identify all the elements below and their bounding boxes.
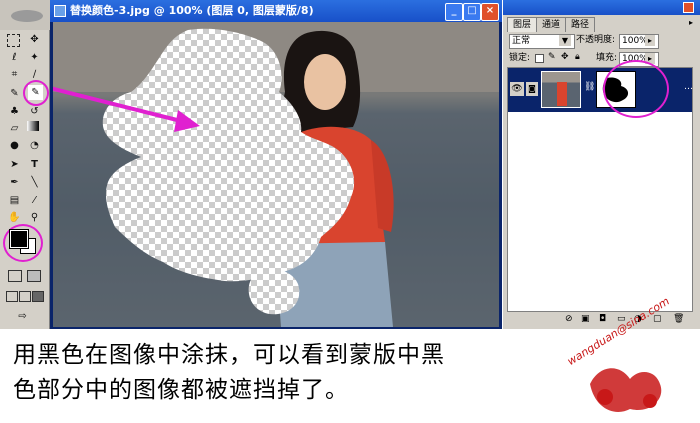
screen-mode-standard-icon[interactable] [6,291,18,302]
zoom-tool-icon[interactable]: ⚲ [27,210,42,225]
caption-line-2: 色部分中的图像都被遮挡掉了。 [13,377,349,403]
document-title: 替换颜色-3.jpg @ 100% (图层 0, 图层蒙版/8) [70,4,314,17]
healing-tool-icon[interactable]: ✎ [7,86,22,101]
caption-area: 用黑色在图像中涂抹，可以看到蒙版中黑 色部分中的图像都被遮挡掉了。 wangdu… [0,295,700,423]
panel-menu-icon[interactable]: ▸ [689,19,697,27]
layer-image-thumbnail[interactable] [541,71,581,108]
close-button[interactable]: × [481,3,499,21]
lock-all-icon[interactable]: 🔒︎ [575,52,580,62]
foreground-color-swatch[interactable] [9,229,29,249]
tab-paths[interactable]: 路径 [565,17,595,32]
feather-logo-icon [11,10,43,22]
history-brush-tool-icon[interactable]: ↺ [27,104,42,119]
standard-mode-icon[interactable] [8,270,22,282]
image-canvas[interactable] [53,22,499,327]
toolbox: ✥ ℓ ✦ ⌗ ∕ ✎ ✎ ♣ ↺ ▱ ● ◔ ➤ T ✒ ╲ ▤ ⁄ ✋ ⚲ … [0,0,50,329]
trash-icon[interactable]: 🗑︎ [673,314,684,324]
stamp-tool-icon[interactable]: ♣ [7,104,22,119]
layer-name-ellipsis: … [684,82,693,92]
eyedropper-tool-icon[interactable]: ⁄ [27,193,42,208]
move-tool-icon[interactable]: ✥ [27,32,42,47]
document-titlebar: 替换颜色-3.jpg @ 100% (图层 0, 图层蒙版/8) _ □ × [50,0,502,22]
gradient-tool-icon[interactable] [27,121,39,131]
lock-image-icon[interactable]: ✎ [548,52,556,62]
panel-close-icon[interactable] [683,2,694,13]
lasso-tool-icon[interactable]: ℓ [7,50,22,65]
path-select-tool-icon[interactable]: ➤ [7,157,22,172]
lock-position-icon[interactable]: ✥ [561,52,569,62]
dodge-tool-icon[interactable]: ◔ [27,138,42,153]
crop-tool-icon[interactable]: ⌗ [7,67,22,82]
magic-wand-tool-icon[interactable]: ✦ [27,50,42,65]
type-tool-icon[interactable]: T [27,157,42,172]
watermark-logo: wangduan@sina.com [560,295,695,419]
layers-panel: 图层 通道 路径 ▸ 正常 ▼ 不透明度: 100% ▸ 锁定: ✎ ✥ 🔒︎ … [502,0,700,329]
marquee-tool-icon[interactable] [7,34,20,47]
blend-mode-chevron-icon[interactable]: ▼ [559,35,571,46]
screen-mode-full-icon[interactable] [32,291,44,302]
eraser-tool-icon[interactable]: ▱ [7,121,22,136]
canvas-artwork [53,22,499,327]
lock-transparent-icon[interactable] [535,54,544,63]
blur-tool-icon[interactable]: ● [7,138,22,153]
add-mask-icon[interactable]: ◘ [599,314,606,324]
link-layers-icon[interactable]: ⊘ [565,314,573,324]
hand-tool-icon[interactable]: ✋ [7,210,22,225]
shape-tool-icon[interactable]: ╲ [27,175,42,190]
photoshop-doc-icon [54,5,66,17]
brush-tool-icon[interactable]: ✎ [28,85,43,100]
screen-mode-full-menu-icon[interactable] [19,291,31,302]
imageready-jump-icon[interactable]: ⇨ [15,309,30,324]
maximize-button[interactable]: □ [463,3,481,21]
quick-mask-mode-icon[interactable] [27,270,41,282]
opacity-arrow-icon[interactable]: ▸ [645,35,655,46]
opacity-label: 不透明度: [576,35,616,45]
fill-label: 填充: [596,53,618,63]
notes-tool-icon[interactable]: ▤ [7,193,22,208]
layer-list: 👁︎ ◙ ⛓︎ … [507,60,693,312]
layer-style-icon[interactable]: ▣ [581,314,590,324]
mask-thumbnail-highlight [603,60,669,118]
document-window: 替换颜色-3.jpg @ 100% (图层 0, 图层蒙版/8) _ □ × [50,0,502,329]
tab-channels[interactable]: 通道 [536,17,566,32]
toolbox-header [0,0,50,30]
eye-visibility-icon[interactable]: 👁︎ [510,82,524,96]
lock-label: 锁定: [509,53,531,63]
pen-tool-icon[interactable]: ✒ [7,175,22,190]
annotation-arrow-icon [53,86,200,132]
caption-line-1: 用黑色在图像中涂抹，可以看到蒙版中黑 [13,342,445,368]
layers-footer: ⊘ ▣ ◘ ▭ ◑ ▢ 🗑︎ [507,314,693,327]
mask-link-state-icon[interactable]: ◙ [526,82,538,96]
chain-link-icon[interactable]: ⛓︎ [584,82,595,92]
panel-titlebar [503,0,700,15]
minimize-button[interactable]: _ [445,3,463,21]
tab-layers[interactable]: 图层 [507,17,537,32]
thumbnail-figure [557,82,567,106]
